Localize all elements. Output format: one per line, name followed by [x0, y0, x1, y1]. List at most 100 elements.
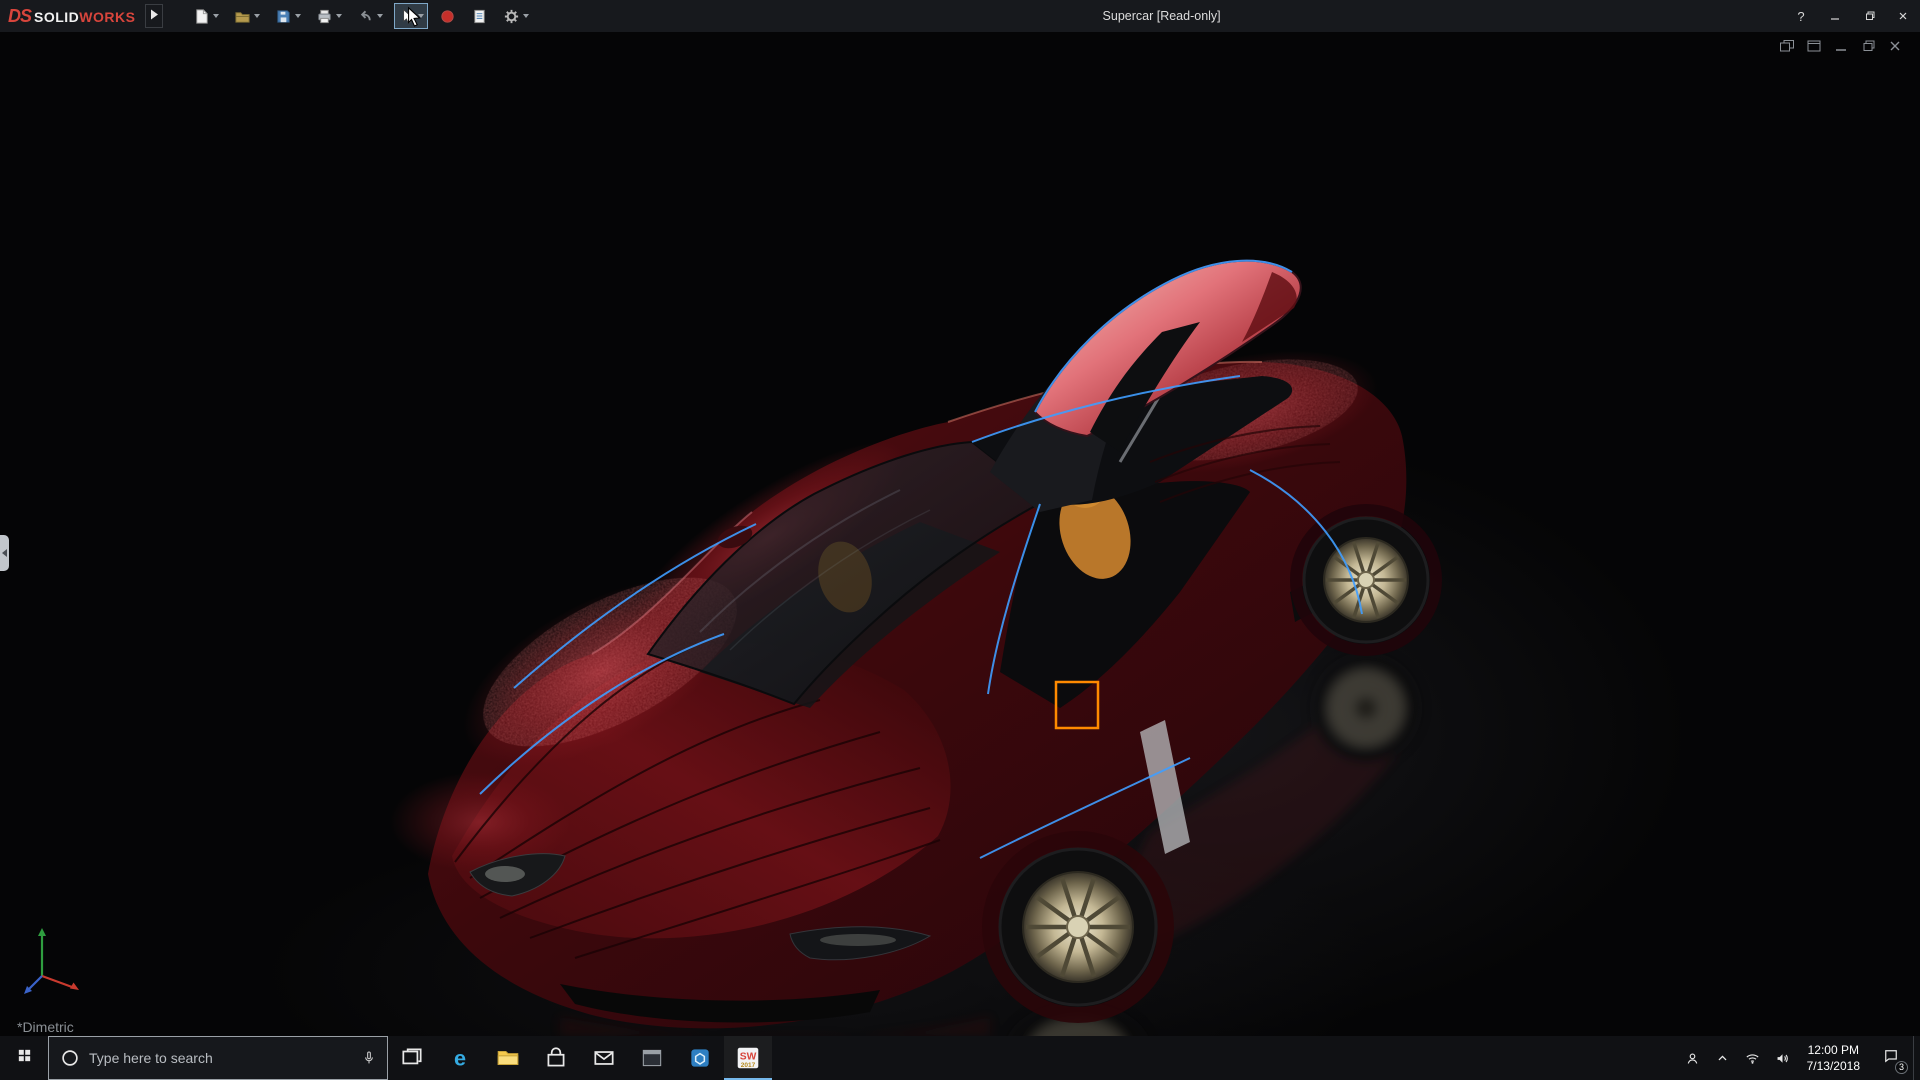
tray-people-button[interactable] — [1678, 1036, 1708, 1080]
document-window-controls — [1778, 38, 1904, 53]
edrawings-icon — [687, 1045, 713, 1071]
dropdown-caret-icon[interactable] — [418, 14, 424, 18]
tray-volume-button[interactable] — [1768, 1036, 1798, 1080]
options-gear-icon — [503, 8, 520, 25]
microphone-icon[interactable] — [361, 1050, 377, 1066]
taskbar-clock[interactable]: 12:00 PM 7/13/2018 — [1798, 1036, 1869, 1080]
brand-solid: SOLID — [34, 9, 79, 25]
document-minimize-icon — [1833, 39, 1849, 53]
taskbar-app-console[interactable] — [628, 1036, 676, 1080]
document-close-icon — [1887, 39, 1903, 53]
panel-collapse-tab[interactable] — [0, 535, 9, 571]
minimize-button[interactable] — [1818, 0, 1852, 32]
file-properties-button[interactable] — [467, 3, 492, 29]
restore-button[interactable] — [1852, 0, 1886, 32]
undo-button[interactable] — [353, 3, 387, 29]
windows-start-icon — [16, 1047, 33, 1069]
select-cursor-button[interactable] — [394, 3, 428, 29]
document-minimize-button[interactable] — [1832, 38, 1850, 53]
undo-icon — [357, 8, 374, 25]
close-icon — [1897, 10, 1909, 22]
show-desktop-button[interactable] — [1913, 1036, 1920, 1080]
menu-flyout-button[interactable] — [145, 4, 163, 28]
restore-icon — [1863, 10, 1875, 22]
graphics-area[interactable] — [0, 32, 1920, 1036]
notification-badge: 3 — [1895, 1061, 1908, 1074]
task-view-icon — [399, 1045, 425, 1071]
graphics-viewport: *Dimetric — [0, 32, 1920, 1036]
select-cursor-icon — [398, 8, 415, 25]
clock-date: 7/13/2018 — [1807, 1058, 1860, 1074]
mail-icon — [591, 1045, 617, 1071]
svg-text:2017: 2017 — [741, 1062, 756, 1069]
window-controls: ? — [1784, 0, 1920, 32]
solidworks-2017-icon: SW2017 — [735, 1045, 761, 1071]
taskbar-app-task-view[interactable] — [388, 1036, 436, 1080]
document-window-icon — [1806, 39, 1822, 53]
file-explorer-icon — [495, 1045, 521, 1071]
document-cascade-button[interactable] — [1778, 38, 1796, 53]
edge-icon: e — [447, 1045, 473, 1071]
taskbar: e SW2017 12:00 PM 7/13/2018 3 — [0, 1036, 1920, 1080]
document-restore-icon — [1860, 39, 1876, 53]
front-wheel — [1000, 849, 1156, 1005]
help-button[interactable]: ? — [1784, 0, 1818, 32]
people-icon — [1684, 1050, 1701, 1067]
dropdown-caret-icon[interactable] — [295, 14, 301, 18]
clock-time: 12:00 PM — [1807, 1042, 1860, 1058]
dropdown-caret-icon[interactable] — [254, 14, 260, 18]
close-button[interactable] — [1886, 0, 1920, 32]
options-gear-button[interactable] — [499, 3, 533, 29]
file-properties-icon — [471, 8, 488, 25]
save-floppy-button[interactable] — [271, 3, 305, 29]
network-icon — [1744, 1050, 1761, 1067]
window-title: Supercar [Read-only] — [1103, 0, 1221, 32]
document-restore-button[interactable] — [1859, 38, 1877, 53]
taskbar-app-edrawings[interactable] — [676, 1036, 724, 1080]
system-tray: 12:00 PM 7/13/2018 3 — [1678, 1036, 1920, 1080]
dropdown-caret-icon[interactable] — [377, 14, 383, 18]
svg-text:SW: SW — [740, 1052, 757, 1063]
brand-works: WORKS — [79, 9, 135, 25]
tray-network-button[interactable] — [1738, 1036, 1768, 1080]
store-icon — [543, 1045, 569, 1071]
taskbar-apps: e SW2017 — [388, 1036, 772, 1080]
minimize-icon — [1829, 10, 1841, 22]
taskbar-app-file-explorer[interactable] — [484, 1036, 532, 1080]
new-document-icon — [193, 8, 210, 25]
save-floppy-icon — [275, 8, 292, 25]
solidworks-logo: DS SOLIDWORKS — [0, 6, 143, 27]
print-icon — [316, 8, 333, 25]
dropdown-caret-icon[interactable] — [523, 14, 529, 18]
taskbar-app-mail[interactable] — [580, 1036, 628, 1080]
tray-chevron-up-button[interactable] — [1708, 1036, 1738, 1080]
dropdown-caret-icon[interactable] — [213, 14, 219, 18]
taskbar-app-store[interactable] — [532, 1036, 580, 1080]
svg-text:e: e — [454, 1046, 466, 1071]
document-close-button[interactable] — [1886, 38, 1904, 53]
taskbar-app-solidworks-2017[interactable]: SW2017 — [724, 1036, 772, 1080]
rebuild-button[interactable] — [435, 3, 460, 29]
rear-wheel — [1304, 518, 1428, 642]
standard-toolbar — [189, 3, 533, 29]
print-button[interactable] — [312, 3, 346, 29]
document-cascade-icon — [1779, 39, 1795, 53]
cortana-icon — [59, 1047, 81, 1069]
open-folder-button[interactable] — [230, 3, 264, 29]
volume-icon — [1774, 1050, 1791, 1067]
chevron-up-icon — [1714, 1050, 1731, 1067]
document-window-button[interactable] — [1805, 38, 1823, 53]
flyout-arrow-icon — [150, 7, 159, 25]
taskbar-app-edge[interactable]: e — [436, 1036, 484, 1080]
rebuild-icon — [439, 8, 456, 25]
action-center-button[interactable]: 3 — [1869, 1036, 1913, 1080]
search-input[interactable] — [89, 1050, 353, 1066]
dropdown-caret-icon[interactable] — [336, 14, 342, 18]
new-document-button[interactable] — [189, 3, 223, 29]
view-orientation-label: *Dimetric — [17, 1019, 74, 1035]
reference-triad-icon — [16, 918, 88, 1002]
open-folder-icon — [234, 8, 251, 25]
titlebar: DS SOLIDWORKS Supercar [Read-only] ? — [0, 0, 1920, 32]
start-button[interactable] — [0, 1036, 48, 1080]
taskbar-search[interactable] — [48, 1036, 388, 1080]
